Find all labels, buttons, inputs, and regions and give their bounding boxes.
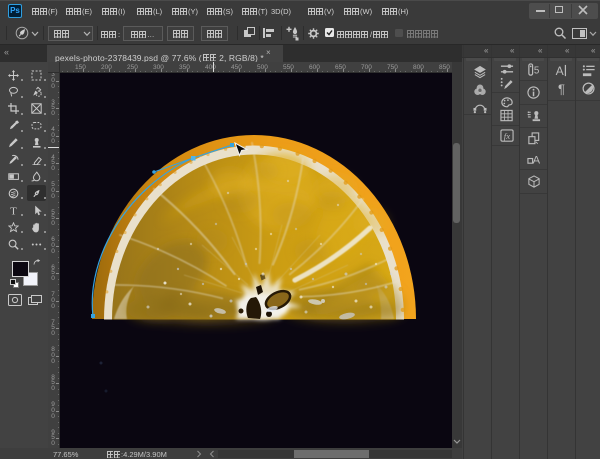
svg-text:¶: ¶ (558, 82, 565, 96)
svg-text:T: T (10, 205, 17, 215)
svg-text:fx: fx (503, 131, 509, 141)
svg-text:A: A (555, 64, 564, 78)
svg-text:A: A (532, 154, 540, 165)
svg-text:5: 5 (533, 65, 539, 76)
